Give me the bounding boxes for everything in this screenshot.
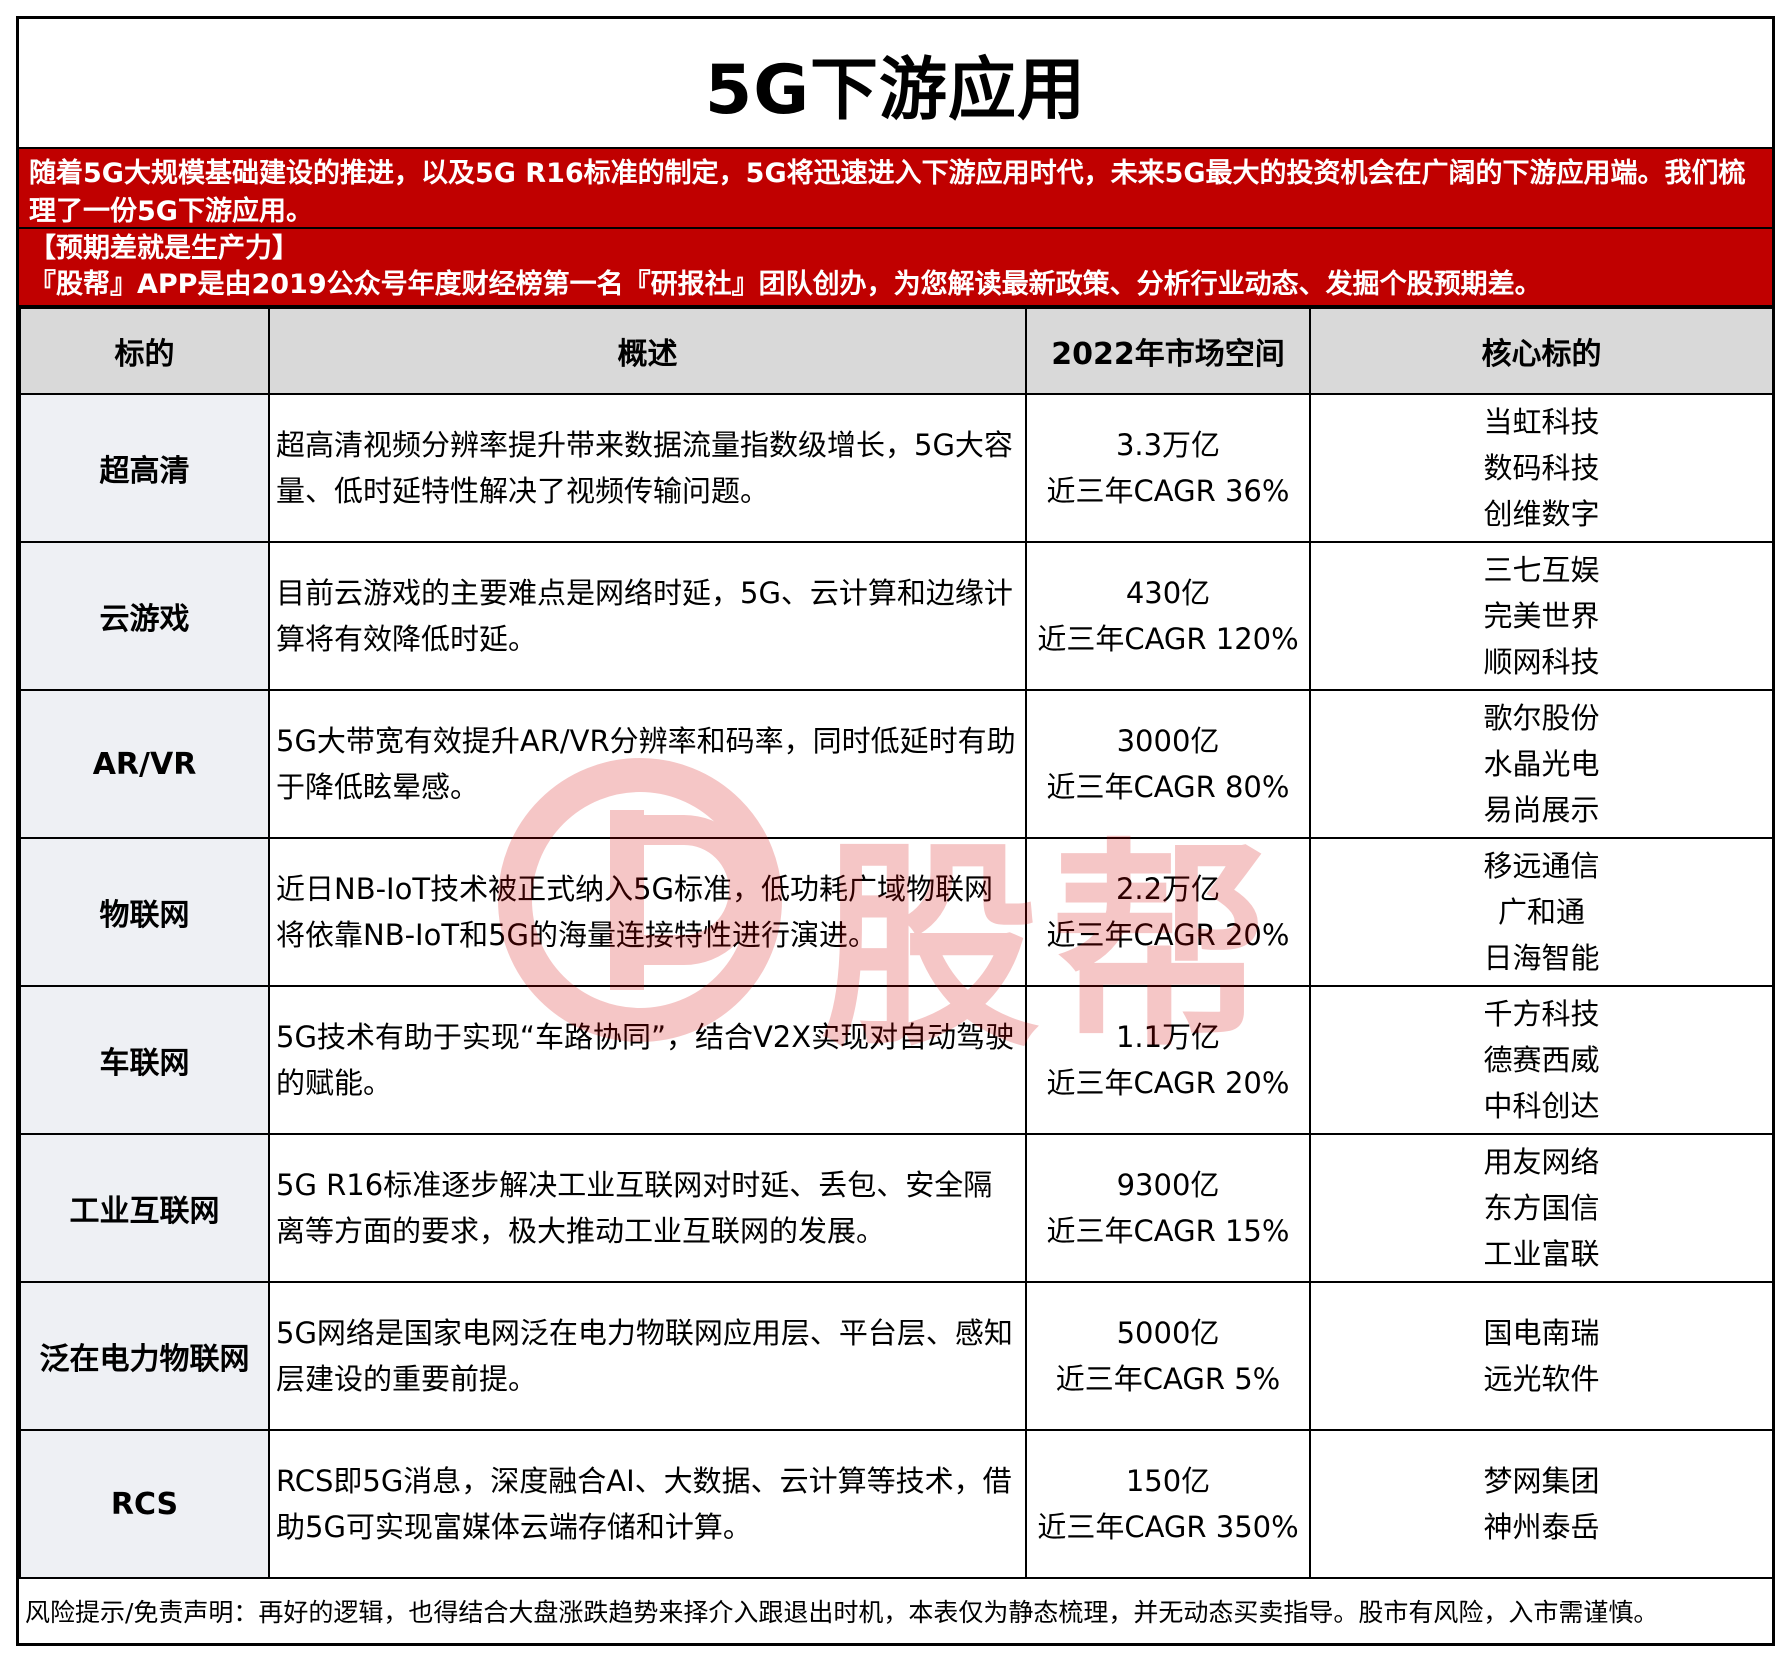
applications-table: 标的 概述 2022年市场空间 核心标的 超高清 超高清视频分辨率提升带来数据流量… (19, 307, 1774, 1579)
row-core-stocks: 三七互娱完美世界顺网科技 (1309, 541, 1774, 691)
row-target-name: 车联网 (19, 985, 270, 1135)
row-market-space: 3000亿近三年CAGR 80% (1025, 689, 1311, 839)
core-stock: 工业富联 (1483, 1237, 1600, 1271)
document-sheet: 5G下游应用 随着5G大规模基础建设的推进，以及5G R16标准的制定，5G将迅… (16, 16, 1775, 1646)
row-description: 目前云游戏的主要难点是网络时延，5G、云计算和边缘计算将有效降低时延。 (268, 541, 1027, 691)
table-row: 超高清 超高清视频分辨率提升带来数据流量指数级增长，5G大容量、低时延特性解决了视… (19, 393, 1774, 543)
row-market-space: 5000亿近三年CAGR 5% (1025, 1281, 1311, 1431)
table-row: 云游戏 目前云游戏的主要难点是网络时延，5G、云计算和边缘计算将有效降低时延。 43… (19, 541, 1774, 691)
row-core-stocks: 用友网络东方国信工业富联 (1309, 1133, 1774, 1283)
table-row: 工业互联网 5G R16标准逐步解决工业互联网对时延、丢包、安全隔离等方面的要求，… (19, 1133, 1774, 1283)
market-cagr: 近三年CAGR 20% (1046, 918, 1290, 952)
market-cagr: 近三年CAGR 15% (1046, 1214, 1290, 1248)
core-stock: 当虹科技 (1483, 405, 1600, 439)
row-description: 5G技术有助于实现“车路协同”，结合V2X实现对自动驾驶的赋能。 (268, 985, 1027, 1135)
core-stock: 顺网科技 (1483, 645, 1600, 679)
market-cagr: 近三年CAGR 80% (1046, 770, 1290, 804)
core-stock: 中科创达 (1483, 1089, 1600, 1123)
market-cagr: 近三年CAGR 120% (1037, 622, 1299, 656)
row-core-stocks: 千方科技德赛西威中科创达 (1309, 985, 1774, 1135)
core-stock: 移远通信 (1483, 849, 1600, 883)
page-title: 5G下游应用 (19, 19, 1772, 149)
row-target-name: 工业互联网 (19, 1133, 270, 1283)
row-target-name: RCS (19, 1429, 270, 1579)
table-header-row: 标的 概述 2022年市场空间 核心标的 (19, 307, 1774, 395)
core-stock: 国电南瑞 (1483, 1316, 1600, 1350)
market-cagr: 近三年CAGR 36% (1046, 474, 1290, 508)
intro-banner: 随着5G大规模基础建设的推进，以及5G R16标准的制定，5G将迅速进入下游应用… (19, 149, 1772, 229)
market-size: 2.2万亿 (1115, 872, 1221, 906)
row-market-space: 3.3万亿近三年CAGR 36% (1025, 393, 1311, 543)
market-size: 430亿 (1125, 576, 1211, 610)
row-core-stocks: 国电南瑞 远光软件 (1309, 1281, 1774, 1431)
table-row: AR/VR 5G大带宽有效提升AR/VR分辨率和码率，同时低延时有助于降低眩晕感。… (19, 689, 1774, 839)
row-target-name: 物联网 (19, 837, 270, 987)
market-size: 5000亿 (1116, 1316, 1220, 1350)
row-target-name: 云游戏 (19, 541, 270, 691)
row-description: 5G网络是国家电网泛在电力物联网应用层、平台层、感知层建设的重要前提。 (268, 1281, 1027, 1431)
core-stock: 日海智能 (1483, 941, 1600, 975)
promo-line-2: 『股帮』APP是由2019公众号年度财经榜第一名『研报社』团队创办，为您解读最新… (29, 269, 1542, 300)
row-target-name: AR/VR (19, 689, 270, 839)
core-stock: 广和通 (1497, 895, 1585, 929)
market-size: 1.1万亿 (1115, 1020, 1221, 1054)
core-stock: 神州泰岳 (1483, 1510, 1600, 1544)
row-market-space: 1.1万亿近三年CAGR 20% (1025, 985, 1311, 1135)
market-size: 9300亿 (1116, 1168, 1220, 1202)
core-stock: 易尚展示 (1483, 793, 1600, 827)
core-stock: 水晶光电 (1483, 747, 1600, 781)
row-core-stocks: 歌尔股份水晶光电易尚展示 (1309, 689, 1774, 839)
core-stock: 完美世界 (1483, 599, 1600, 633)
core-stock: 东方国信 (1483, 1191, 1600, 1225)
row-description: 超高清视频分辨率提升带来数据流量指数级增长，5G大容量、低时延特性解决了视频传输… (268, 393, 1027, 543)
row-description: 5G R16标准逐步解决工业互联网对时延、丢包、安全隔离等方面的要求，极大推动工… (268, 1133, 1027, 1283)
market-size: 150亿 (1125, 1464, 1211, 1498)
core-stock: 歌尔股份 (1483, 701, 1600, 735)
row-market-space: 430亿近三年CAGR 120% (1025, 541, 1311, 691)
row-core-stocks: 当虹科技数码科技创维数字 (1309, 393, 1774, 543)
core-stock: 梦网集团 (1483, 1464, 1600, 1498)
market-cagr: 近三年CAGR 20% (1046, 1066, 1290, 1100)
market-cagr: 近三年CAGR 350% (1037, 1510, 1299, 1544)
table-row: RCS RCS即5G消息，深度融合AI、大数据、云计算等技术，借助5G可实现富媒体… (19, 1429, 1774, 1579)
table-row: 车联网 5G技术有助于实现“车路协同”，结合V2X实现对自动驾驶的赋能。 1.1万亿… (19, 985, 1774, 1135)
table-row: 泛在电力物联网 5G网络是国家电网泛在电力物联网应用层、平台层、感知层建设的重要前… (19, 1281, 1774, 1431)
core-stock: 德赛西威 (1483, 1043, 1600, 1077)
row-market-space: 2.2万亿近三年CAGR 20% (1025, 837, 1311, 987)
market-size: 3.3万亿 (1115, 428, 1221, 462)
row-market-space: 150亿近三年CAGR 350% (1025, 1429, 1311, 1579)
core-stock: 数码科技 (1483, 451, 1600, 485)
row-description: 近日NB-IoT技术被正式纳入5G标准，低功耗广域物联网将依靠NB-IoT和5G… (268, 837, 1027, 987)
core-stock: 三七互娱 (1483, 553, 1600, 587)
row-description: 5G大带宽有效提升AR/VR分辨率和码率，同时低延时有助于降低眩晕感。 (268, 689, 1027, 839)
row-description: RCS即5G消息，深度融合AI、大数据、云计算等技术，借助5G可实现富媒体云端存… (268, 1429, 1027, 1579)
table-row: 物联网 近日NB-IoT技术被正式纳入5G标准，低功耗广域物联网将依靠NB-IoT… (19, 837, 1774, 987)
header-core-stocks: 核心标的 (1309, 307, 1774, 395)
row-market-space: 9300亿近三年CAGR 15% (1025, 1133, 1311, 1283)
row-target-name: 超高清 (19, 393, 270, 543)
disclaimer: 风险提示/免责声明：再好的逻辑，也得结合大盘涨跌趋势来择介入跟退出时机，本表仅为… (25, 1598, 1659, 1627)
core-stock: 创维数字 (1483, 497, 1600, 531)
header-overview: 概述 (268, 307, 1027, 395)
core-stock: 远光软件 (1483, 1362, 1600, 1396)
promo-banner: 【预期差就是生产力】 『股帮』APP是由2019公众号年度财经榜第一名『研报社』… (19, 229, 1772, 307)
core-stock: 千方科技 (1483, 997, 1600, 1031)
row-core-stocks: 梦网集团 神州泰岳 (1309, 1429, 1774, 1579)
header-target: 标的 (19, 307, 270, 395)
market-size: 3000亿 (1116, 724, 1220, 758)
header-market-2022: 2022年市场空间 (1025, 307, 1311, 395)
row-core-stocks: 移远通信广和通日海智能 (1309, 837, 1774, 987)
market-cagr: 近三年CAGR 5% (1055, 1362, 1281, 1396)
core-stock: 用友网络 (1483, 1145, 1600, 1179)
row-target-name: 泛在电力物联网 (19, 1281, 270, 1431)
promo-line-1: 【预期差就是生产力】 (29, 233, 299, 264)
